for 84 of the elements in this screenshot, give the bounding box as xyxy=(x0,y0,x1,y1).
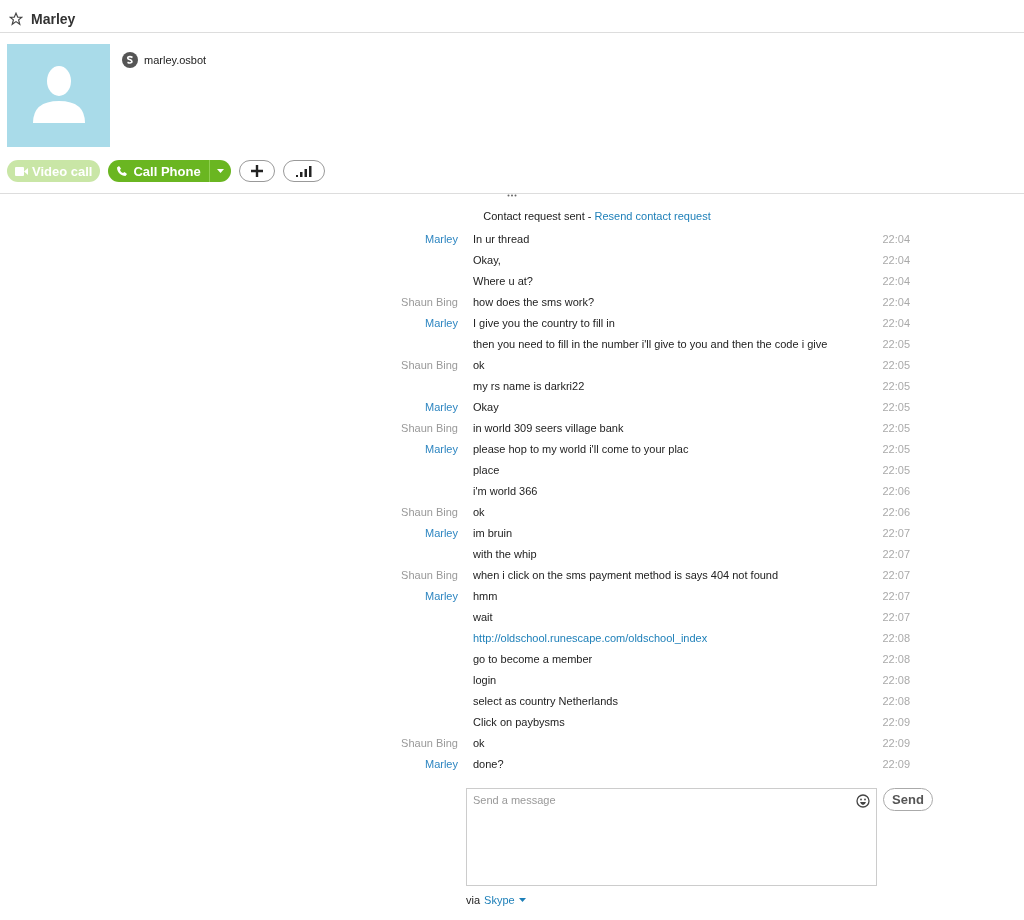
message-time: 22:07 xyxy=(882,547,910,560)
skype-username: marley.osbot xyxy=(144,54,207,66)
message-text: hmm xyxy=(473,589,499,602)
phone-icon xyxy=(116,165,129,177)
sender-name: Marley xyxy=(425,316,458,329)
message-time: 22:04 xyxy=(882,274,910,287)
resend-request-link[interactable]: Resend contact request xyxy=(594,210,711,222)
message-time: 22:08 xyxy=(882,673,910,686)
sender-name: Shaun Bing xyxy=(401,295,458,308)
message-time: 22:09 xyxy=(882,736,910,749)
message-time: 22:08 xyxy=(882,631,910,644)
add-button[interactable] xyxy=(238,160,275,182)
video-camera-icon xyxy=(15,166,28,176)
message-text: ok xyxy=(473,736,486,749)
message-text: please hop to my world i'll come to your plac xyxy=(473,442,690,455)
emoticon-icon[interactable] xyxy=(856,794,870,808)
message-text: when i click on the sms payment method is says 404 not found xyxy=(473,568,780,581)
message-text: login xyxy=(473,673,498,686)
message-text: how does the sms work? xyxy=(473,295,596,308)
sender-name: Shaun Bing xyxy=(401,736,458,749)
signal-bars-icon xyxy=(295,165,312,177)
message-text: place xyxy=(473,463,501,476)
message-text: In ur thread xyxy=(473,232,531,245)
message-time: 22:04 xyxy=(882,253,910,266)
message-time: 22:08 xyxy=(882,694,910,707)
contact-request-notice: Contact request sent - xyxy=(483,210,592,222)
via-label: via xyxy=(466,894,481,906)
message-input[interactable]: Send a message xyxy=(466,788,877,886)
sender-name: Shaun Bing xyxy=(401,358,458,371)
message-time: 22:07 xyxy=(882,610,910,623)
message-text: done? xyxy=(473,757,505,770)
message-time: 22:05 xyxy=(882,442,910,455)
sender-name: Marley xyxy=(425,400,458,413)
message-time: 22:08 xyxy=(882,652,910,665)
message-time: 22:04 xyxy=(882,316,910,329)
sender-name: Shaun Bing xyxy=(401,505,458,518)
message-time: 22:04 xyxy=(882,232,910,245)
message-time: 22:05 xyxy=(882,358,910,371)
message-text: Click on paybysms xyxy=(473,715,566,728)
message-text: ok xyxy=(473,358,486,371)
message-time: 22:09 xyxy=(882,715,910,728)
message-text: in world 309 seers village bank xyxy=(473,421,625,434)
message-time: 22:05 xyxy=(882,337,910,350)
skype-status-icon xyxy=(122,52,138,68)
message-text: my rs name is darkri22 xyxy=(473,379,586,392)
message-time: 22:06 xyxy=(882,505,910,518)
contact-name: Marley xyxy=(31,11,76,27)
message-text: select as country Netherlands xyxy=(473,694,619,707)
sender-name: Shaun Bing xyxy=(401,568,458,581)
service-selector[interactable]: Skype xyxy=(484,894,526,906)
message-text: Okay, xyxy=(473,253,502,266)
message-time: 22:04 xyxy=(882,295,910,308)
message-text: i'm world 366 xyxy=(473,484,539,497)
sender-name: Marley xyxy=(425,526,458,539)
message-text: Where u at? xyxy=(473,274,534,287)
caret-icon xyxy=(518,898,526,902)
message-link[interactable]: http://oldschool.runescape.com/oldschool_index xyxy=(473,631,860,644)
sender-name: Marley xyxy=(425,232,458,245)
sender-name: Shaun Bing xyxy=(401,421,458,434)
message-text: then you need to fill in the number i'll give to you and then the code i give xyxy=(473,337,829,350)
star-icon[interactable] xyxy=(9,12,23,26)
message-time: 22:09 xyxy=(882,757,910,770)
message-text: go to become a member xyxy=(473,652,594,665)
message-text: im bruin xyxy=(473,526,514,539)
plus-icon xyxy=(250,165,263,177)
message-text: wait xyxy=(473,610,494,623)
message-time: 22:07 xyxy=(882,589,910,602)
sender-name: Marley xyxy=(425,589,458,602)
message-text: ok xyxy=(473,505,486,518)
message-time: 22:05 xyxy=(882,421,910,434)
send-button[interactable]: Send xyxy=(883,788,933,811)
message-time: 22:07 xyxy=(882,568,910,581)
message-time: 22:06 xyxy=(882,484,910,497)
message-time: 22:07 xyxy=(882,526,910,539)
sender-name: Marley xyxy=(425,757,458,770)
message-text: with the whip xyxy=(473,547,538,560)
message-text: Okay xyxy=(473,400,500,413)
message-time: 22:05 xyxy=(882,400,910,413)
sender-name: Marley xyxy=(425,442,458,455)
message-time: 22:05 xyxy=(882,379,910,392)
call-quality-button[interactable] xyxy=(282,160,325,182)
call-phone-button[interactable]: Call Phone xyxy=(108,160,209,182)
message-text: I give you the country to fill in xyxy=(473,316,616,329)
message-time: 22:05 xyxy=(882,463,910,476)
